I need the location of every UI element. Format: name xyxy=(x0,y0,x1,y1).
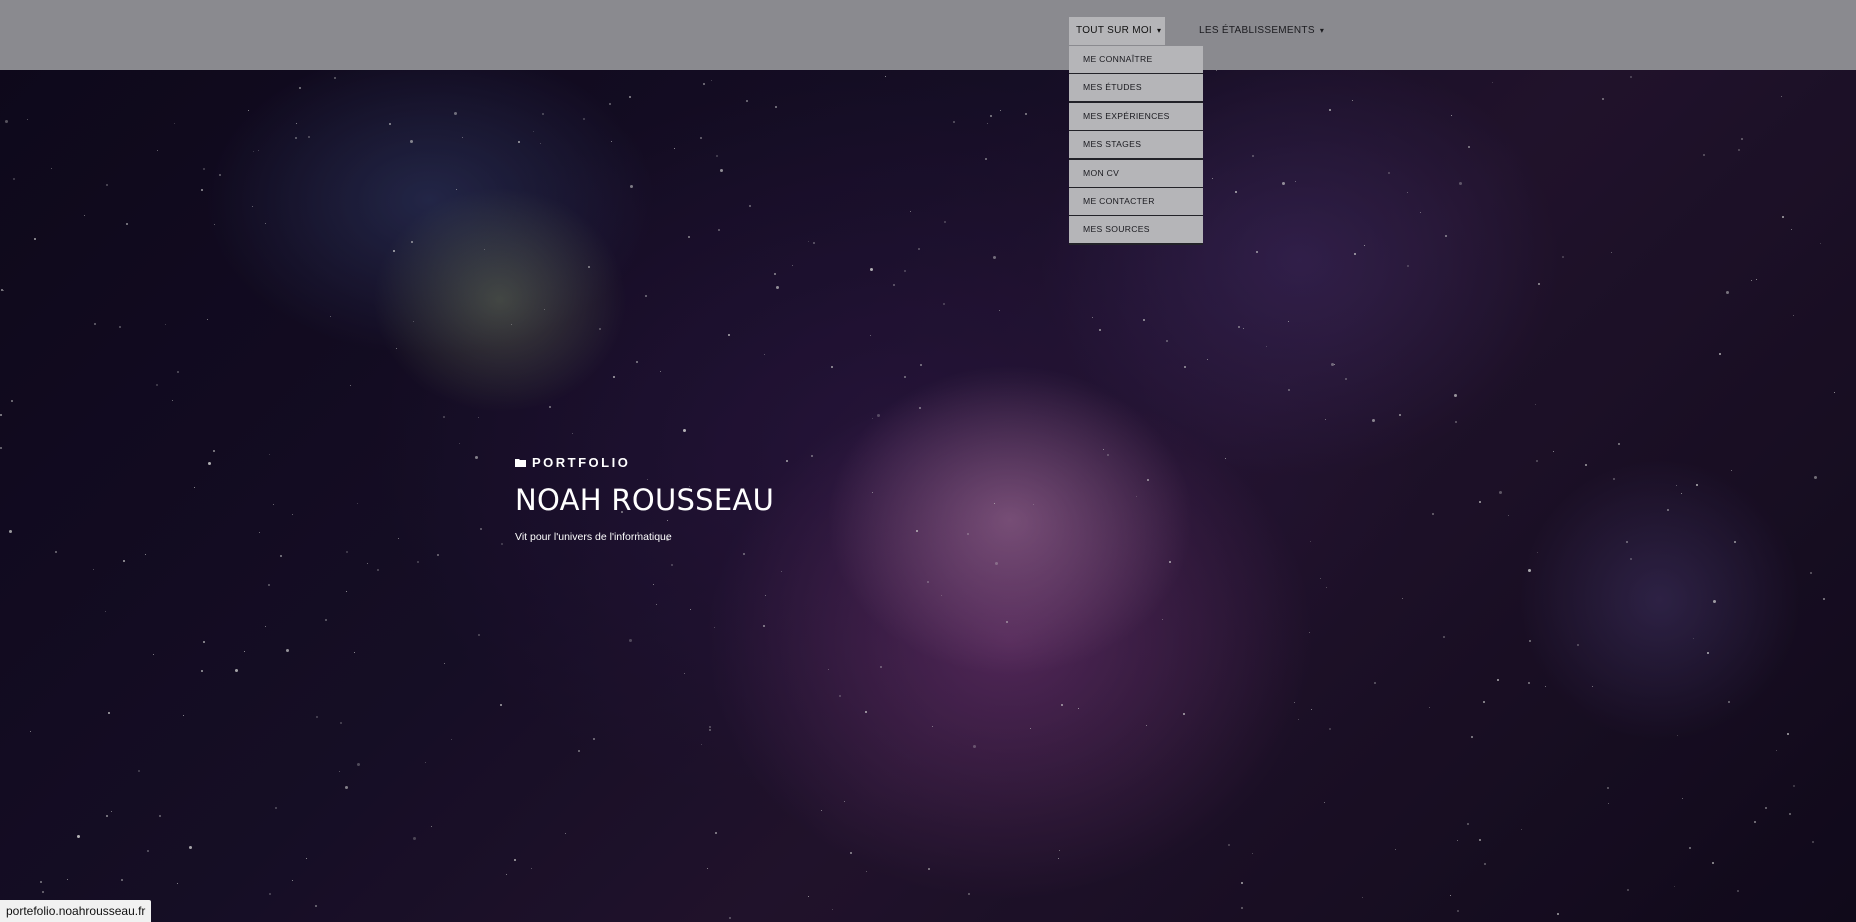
background-overlay xyxy=(0,0,1856,922)
menu-item-me-contacter[interactable]: ME CONTACTER xyxy=(1069,187,1203,215)
background-nebula-image xyxy=(0,0,1856,922)
browser-status-url: portefolio.noahrousseau.fr xyxy=(0,900,152,922)
dropdown-menu-tout-sur-moi: ME CONNAÎTRE MES ÉTUDES MES EXPÉRIENCES … xyxy=(1069,46,1203,245)
chevron-down-icon: ▾ xyxy=(1319,26,1325,35)
hero-eyebrow: PORTFOLIO xyxy=(515,452,774,472)
menu-item-mes-stages[interactable]: MES STAGES xyxy=(1069,131,1203,159)
hero-tagline: Vit pour l'univers de l'informatique xyxy=(515,531,672,543)
menu-item-mes-etudes[interactable]: MES ÉTUDES xyxy=(1069,74,1203,102)
menu-item-mes-experiences[interactable]: MES EXPÉRIENCES xyxy=(1069,102,1203,130)
nav-item-label: TOUT SUR MOI xyxy=(1076,25,1153,36)
top-navigation-bar: TOUT SUR MOI ▾ LES ÉTABLISSEMENTS ▾ xyxy=(0,0,1856,70)
chevron-down-icon: ▾ xyxy=(1157,26,1162,35)
folder-icon xyxy=(515,458,526,467)
nav-item-label: LES ÉTABLISSEMENTS xyxy=(1199,25,1315,36)
page-title: NOAH ROUSSEAU xyxy=(515,483,775,517)
nav-item-tout-sur-moi[interactable]: TOUT SUR MOI ▾ xyxy=(1069,17,1165,45)
menu-item-mes-sources[interactable]: MES SOURCES xyxy=(1069,216,1203,244)
menu-item-me-connaitre[interactable]: ME CONNAÎTRE xyxy=(1069,46,1203,73)
nav-item-les-etablissements[interactable]: LES ÉTABLISSEMENTS ▾ xyxy=(1199,17,1324,45)
menu-item-mon-cv[interactable]: MON CV xyxy=(1069,159,1203,187)
hero-section: PORTFOLIO NOAH ROUSSEAU Vit pour l'unive… xyxy=(515,452,774,543)
eyebrow-label: PORTFOLIO xyxy=(532,454,631,470)
